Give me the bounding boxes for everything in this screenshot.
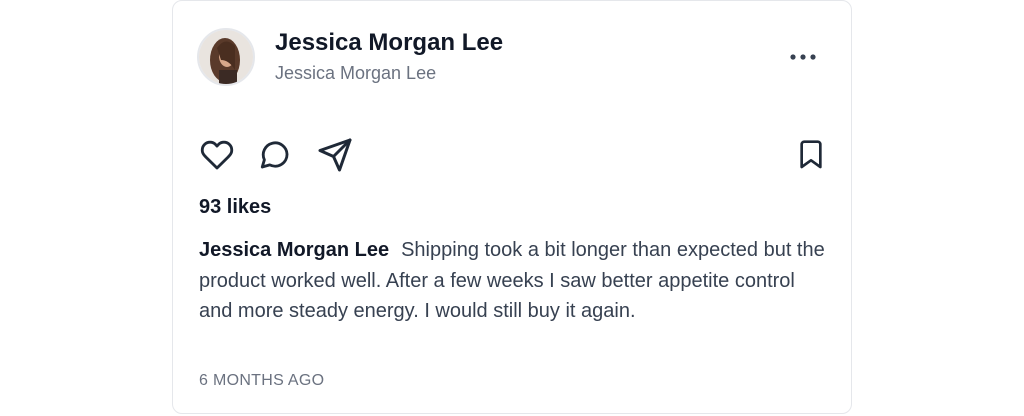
save-button[interactable]: [791, 135, 831, 175]
post-card: Jessica Morgan Lee Jessica Morgan Lee 93…: [172, 0, 852, 414]
heart-icon: [200, 140, 234, 170]
more-options-button[interactable]: [787, 45, 819, 69]
share-button[interactable]: [315, 135, 355, 175]
avatar-photo: [199, 30, 253, 84]
author-handle: Jessica Morgan Lee: [275, 63, 437, 83]
bookmark-icon: [800, 140, 822, 169]
post-actions: [197, 135, 827, 175]
author-names: Jessica Morgan Lee Jessica Morgan Lee: [275, 28, 503, 86]
caption-author[interactable]: Jessica Morgan Lee: [199, 239, 389, 261]
post-caption: Jessica Morgan Lee Shipping took a bit lo…: [199, 235, 829, 327]
likes-count[interactable]: 93 likes: [199, 194, 271, 220]
comment-icon: [260, 141, 289, 169]
post-timestamp: 6 MONTHS AGO: [199, 372, 325, 389]
avatar[interactable]: [197, 28, 255, 86]
comment-button[interactable]: [255, 135, 295, 175]
post-header: Jessica Morgan Lee Jessica Morgan Lee: [197, 25, 827, 89]
like-button[interactable]: [197, 135, 237, 175]
paper-plane-icon: [318, 138, 352, 172]
author-display-name[interactable]: Jessica Morgan Lee: [275, 28, 503, 58]
more-horizontal-icon: [790, 54, 816, 60]
